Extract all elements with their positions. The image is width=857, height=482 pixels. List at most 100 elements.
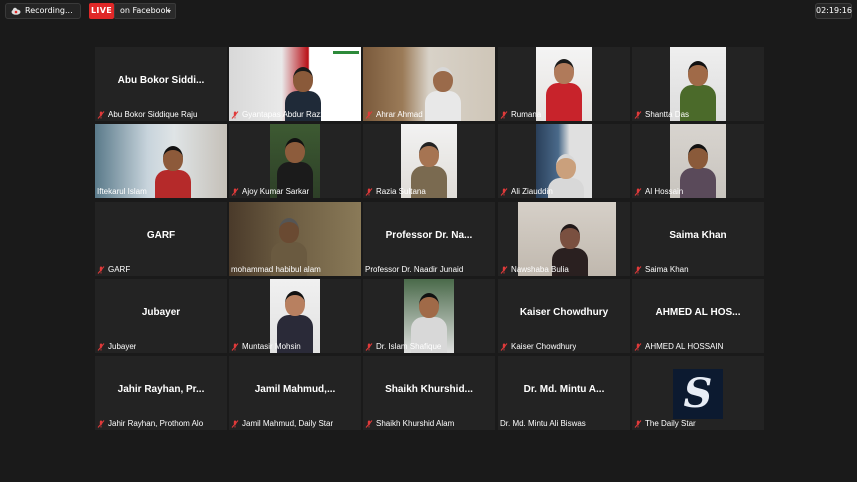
participant-name: Abu Bokor Siddique Raju (108, 110, 198, 119)
muted-mic-icon (231, 419, 239, 428)
participant-tile[interactable]: Jamil Mahmud,... Jamil Mahmud, Daily Star (229, 356, 361, 430)
participant-name-label: Kaiser Chowdhury (500, 342, 576, 351)
participant-name-label: Ajoy Kumar Sarkar (231, 187, 309, 196)
participant-display-name: Dr. Md. Mintu A... (523, 384, 605, 395)
participant-tile[interactable]: Rumana (498, 47, 630, 121)
participant-name: Razia Sultana (376, 187, 426, 196)
participant-display-name: Shaikh Khurshid... (385, 384, 473, 395)
muted-mic-icon (97, 265, 105, 274)
participant-name-label: Shantta Das (634, 110, 689, 119)
muted-mic-icon (231, 342, 239, 351)
recording-indicator[interactable]: Recording... (5, 3, 81, 19)
participant-face (285, 291, 305, 316)
participant-tile[interactable]: Al Hossain (632, 124, 764, 198)
participant-tile[interactable]: Ahrar Ahmad (363, 47, 495, 121)
participant-name-label: Rumana (500, 110, 541, 119)
muted-mic-icon (634, 419, 642, 428)
muted-mic-icon (634, 187, 642, 196)
participant-name-label: Ali Ziauddin (500, 187, 553, 196)
participant-name: Shaikh Khurshid Alam (376, 419, 455, 428)
participant-face (433, 67, 453, 92)
participant-face (279, 218, 299, 243)
muted-mic-icon (634, 265, 642, 274)
cloud-record-icon (11, 7, 21, 15)
participant-name-label: Jahir Rayhan, Prothom Alo (97, 419, 203, 428)
participant-tile[interactable]: mohammad habibul alam (229, 202, 361, 276)
participant-name: Shantta Das (645, 110, 690, 119)
participant-tile[interactable]: Iftekarul Islam (95, 124, 227, 198)
meeting-timer: 02:19:16 (815, 3, 852, 19)
participant-tile[interactable]: Jubayer Jubayer (95, 279, 227, 353)
participant-tile[interactable]: AHMED AL HOS... AHMED AL HOSSAIN (632, 279, 764, 353)
participant-name-label: Razia Sultana (365, 187, 426, 196)
muted-mic-icon (231, 110, 239, 119)
muted-mic-icon (634, 110, 642, 119)
participant-display-name: AHMED AL HOS... (655, 307, 741, 318)
participant-tile[interactable]: Ajoy Kumar Sarkar (229, 124, 361, 198)
participant-name: The Daily Star (645, 419, 696, 428)
participant-face (560, 224, 580, 249)
participant-tile[interactable]: S The Daily Star (632, 356, 764, 430)
the-daily-star-logo: S (673, 369, 723, 419)
participant-tile[interactable]: Razia Sultana (363, 124, 495, 198)
participant-name: AHMED AL HOSSAIN (645, 342, 724, 351)
participant-name: Ali Ziauddin (511, 187, 553, 196)
participant-name: mohammad habibul alam (231, 265, 321, 274)
participant-body (546, 83, 582, 121)
participant-display-name: Professor Dr. Na... (385, 230, 473, 241)
participant-name-label: Ahrar Ahmad (365, 110, 423, 119)
participant-tile[interactable]: Dr. Islam Shafique (363, 279, 495, 353)
muted-mic-icon (97, 419, 105, 428)
participant-tile[interactable]: Saima Khan Saima Khan (632, 202, 764, 276)
participant-tile[interactable]: Gyantapas Abdur Razzaq Fou (229, 47, 361, 121)
participant-name: Kaiser Chowdhury (511, 342, 577, 351)
recording-label: Recording... (25, 6, 73, 15)
participant-name: GARF (108, 265, 131, 274)
participant-tile[interactable]: Abu Bokor Siddi... Abu Bokor Siddique Raj… (95, 47, 227, 121)
participant-name: Jubayer (108, 342, 137, 351)
participant-name: Gyantapas Abdur Razzaq Fou (242, 110, 350, 119)
participant-tile[interactable]: Muntasir Mohsin (229, 279, 361, 353)
participant-display-name: Saima Khan (669, 230, 727, 241)
participant-name-label: The Daily Star (634, 419, 696, 428)
participant-tile[interactable]: Ali Ziauddin (498, 124, 630, 198)
participant-display-name: GARF (146, 230, 176, 241)
participant-name: Jamil Mahmud, Daily Star (242, 419, 334, 428)
stream-target-label: on Facebook (120, 6, 171, 15)
muted-mic-icon (97, 342, 105, 351)
participant-tile[interactable]: Shantta Das (632, 47, 764, 121)
muted-mic-icon (365, 342, 373, 351)
muted-mic-icon (365, 187, 373, 196)
participant-name: Rumana (511, 110, 542, 119)
participant-name: Dr. Islam Shafique (376, 342, 442, 351)
participant-tile[interactable]: Professor Dr. Na... Professor Dr. Naadir … (363, 202, 495, 276)
muted-mic-icon (500, 265, 508, 274)
participant-face (554, 59, 574, 84)
participant-tile[interactable]: Dr. Md. Mintu A... Dr. Md. Mintu Ali Bisw… (498, 356, 630, 430)
participant-name-label: Al Hossain (634, 187, 683, 196)
muted-mic-icon (500, 110, 508, 119)
participant-tile[interactable]: Nawshaba Bulia (498, 202, 630, 276)
participant-name: Ajoy Kumar Sarkar (242, 187, 310, 196)
muted-mic-icon (231, 187, 239, 196)
participant-tile[interactable]: Jahir Rayhan, Pr... Jahir Rayhan, Prothom… (95, 356, 227, 430)
participant-display-name: Jamil Mahmud,... (254, 384, 336, 395)
stream-target-dropdown[interactable]: on Facebook (114, 3, 176, 19)
logo-letter: S (683, 370, 713, 417)
participant-body (548, 178, 584, 198)
participant-name-label: GARF (97, 265, 130, 274)
participant-name-label: Professor Dr. Naadir Junaid (365, 265, 463, 274)
participant-tile[interactable]: GARF GARF (95, 202, 227, 276)
participant-tile[interactable]: Shaikh Khurshid... Shaikh Khurshid Alam (363, 356, 495, 430)
participant-name-label: Jamil Mahmud, Daily Star (231, 419, 333, 428)
participant-name-label: Muntasir Mohsin (231, 342, 301, 351)
participant-name: Dr. Md. Mintu Ali Biswas (500, 419, 586, 428)
participant-tile[interactable]: Kaiser Chowdhury Kaiser Chowdhury (498, 279, 630, 353)
participant-name-label: Gyantapas Abdur Razzaq Fou (231, 110, 349, 119)
participant-display-name: Abu Bokor Siddi... (117, 75, 205, 86)
muted-mic-icon (365, 110, 373, 119)
participant-face (556, 154, 576, 179)
participant-name-label: Abu Bokor Siddique Raju (97, 110, 197, 119)
participant-body (155, 170, 191, 198)
participant-name: Al Hossain (645, 187, 684, 196)
